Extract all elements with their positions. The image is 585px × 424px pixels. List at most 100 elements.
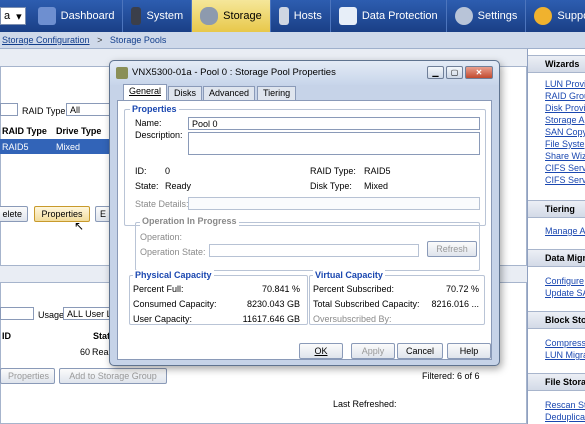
tab-support[interactable]: Support [526,0,585,32]
system-select[interactable]: a ▾ [0,7,26,25]
task-link[interactable]: SAN Copy [545,127,585,137]
task-link[interactable]: LUN Provi [545,79,585,89]
physical-capacity-title: Physical Capacity [133,270,214,280]
column-header-state[interactable]: Stat [93,331,110,341]
oversubscribed-label: Oversubscribed By: [313,314,392,324]
column-header-raid-type[interactable]: RAID Type [2,126,47,136]
tab-hosts[interactable]: Hosts [271,0,331,32]
task-link[interactable]: File Syste [545,139,585,149]
task-link[interactable]: Storage A [545,115,585,125]
minimize-icon: ▁ [432,68,439,77]
section-header-data-migration[interactable]: Data Migra [528,249,585,267]
task-link[interactable]: Manage A [545,226,585,236]
tab-tiering[interactable]: Tiering [257,86,297,100]
consumed-capacity-value: 8230.043 GB [246,299,300,309]
tab-settings[interactable]: Settings [447,0,527,32]
section-title: Data Migra [545,253,585,263]
section-header-file-storage[interactable]: File Storag [528,373,585,391]
add-to-storage-group-button[interactable]: Add to Storage Group [59,368,167,384]
task-link[interactable]: Disk Provi [545,103,585,113]
operation-label: Operation: [140,232,183,242]
tab-dashboard[interactable]: Dashboard [30,0,124,32]
tab-system[interactable]: System [123,0,193,32]
settings-icon [454,7,473,25]
breadcrumb-separator: > [97,35,103,45]
ok-button[interactable]: OK [299,343,343,359]
percent-subscribed-value: 70.72 % [445,284,479,294]
task-link[interactable]: Update SA [545,288,585,298]
lower-properties-button[interactable]: Properties [0,368,55,384]
cell-drive-type: Mixed [56,142,81,152]
raid-type-label: RAID Type: [310,166,356,176]
task-link[interactable]: Share Wiz [545,151,585,161]
tab-label: Support [557,10,585,22]
help-button-label: Help [459,346,479,356]
lower-filter-input[interactable] [0,307,34,320]
task-link[interactable]: Deduplica [545,412,585,422]
table-row[interactable]: RAID5 Mixed [0,139,110,154]
tab-data-protection[interactable]: Data Protection [331,0,447,32]
raid-type-filter-label: RAID Type [22,106,66,116]
apply-button-label: Apply [361,346,385,356]
usage-select[interactable]: ALL User LU [63,307,111,320]
section-title: Tiering [545,204,575,214]
task-link[interactable]: Configure [545,276,584,286]
raid-type-value: RAID5 [364,166,391,176]
refresh-button[interactable]: Refresh [427,241,477,257]
cancel-button[interactable]: Cancel [397,343,443,359]
properties-button-label: Properties [41,209,83,219]
minimize-button[interactable]: ▁ [427,66,444,79]
virtual-capacity-title: Virtual Capacity [313,270,385,280]
name-label: Name: [135,118,162,128]
task-link[interactable]: Rescan St [545,400,585,410]
breadcrumb-link-storage-configuration[interactable]: Storage Configuration [2,35,90,45]
filtered-count: Filtered: 6 of 6 [422,371,480,381]
delete-button[interactable]: elete [0,206,28,222]
description-field[interactable] [188,132,480,155]
close-button[interactable]: ✕ [465,66,493,79]
task-link[interactable]: Compress [545,338,585,348]
user-capacity-label: User Capacity: [133,314,193,324]
column-header-id[interactable]: ID [2,331,11,341]
tab-storage[interactable]: Storage [192,0,271,32]
apply-button[interactable]: Apply [351,343,395,359]
disk-type-value: Mixed [364,181,389,191]
name-field[interactable]: Pool 0 [188,117,480,130]
system-icon [131,7,142,25]
lower-properties-button-label: Properties [7,371,49,381]
state-label: State: [135,181,159,191]
state-details-label: State Details: [135,199,189,209]
section-header-block-storage[interactable]: Block Stor [528,311,585,329]
tab-disks[interactable]: Disks [168,86,202,100]
tab-general[interactable]: General [123,84,168,101]
hosts-icon [278,7,289,25]
tab-advanced[interactable]: Advanced [203,86,256,100]
table-row[interactable]: 60 Rea [0,343,110,359]
task-link[interactable]: LUN Migra [545,350,585,360]
percent-subscribed-label: Percent Subscribed: [313,284,395,294]
last-refreshed-label: Last Refreshed: [333,399,397,409]
restore-button[interactable]: ▢ [446,66,463,79]
tab-label: Data Protection [361,10,438,22]
close-icon: ✕ [475,68,483,77]
tab-label: General [129,86,162,96]
percent-full-label: Percent Full: [133,284,184,294]
task-link[interactable]: CIFS Serv [545,163,585,173]
column-header-drive-type[interactable]: Drive Type [56,126,101,136]
disk-type-label: Disk Type: [310,181,352,191]
cell-id: 60 [80,347,91,357]
storage-pool-icon [116,67,128,79]
cell-raid-type: RAID5 [2,142,29,152]
task-link[interactable]: CIFS Serv [545,175,585,185]
consumed-capacity-label: Consumed Capacity: [133,299,217,309]
help-button[interactable]: Help [447,343,491,359]
filter-input[interactable] [0,103,18,116]
section-header-tiering[interactable]: Tiering [528,200,585,218]
description-label: Description: [135,130,183,140]
cancel-button-label: Cancel [405,346,434,356]
raid-type-filter-select[interactable]: All [66,103,110,116]
task-link[interactable]: RAID Grou [545,91,585,101]
tab-label: Hosts [293,10,322,22]
section-header-wizards[interactable]: Wizards [528,55,585,73]
top-navigation-bar: a ▾ Dashboard System Storage Hosts Data P… [0,0,585,32]
